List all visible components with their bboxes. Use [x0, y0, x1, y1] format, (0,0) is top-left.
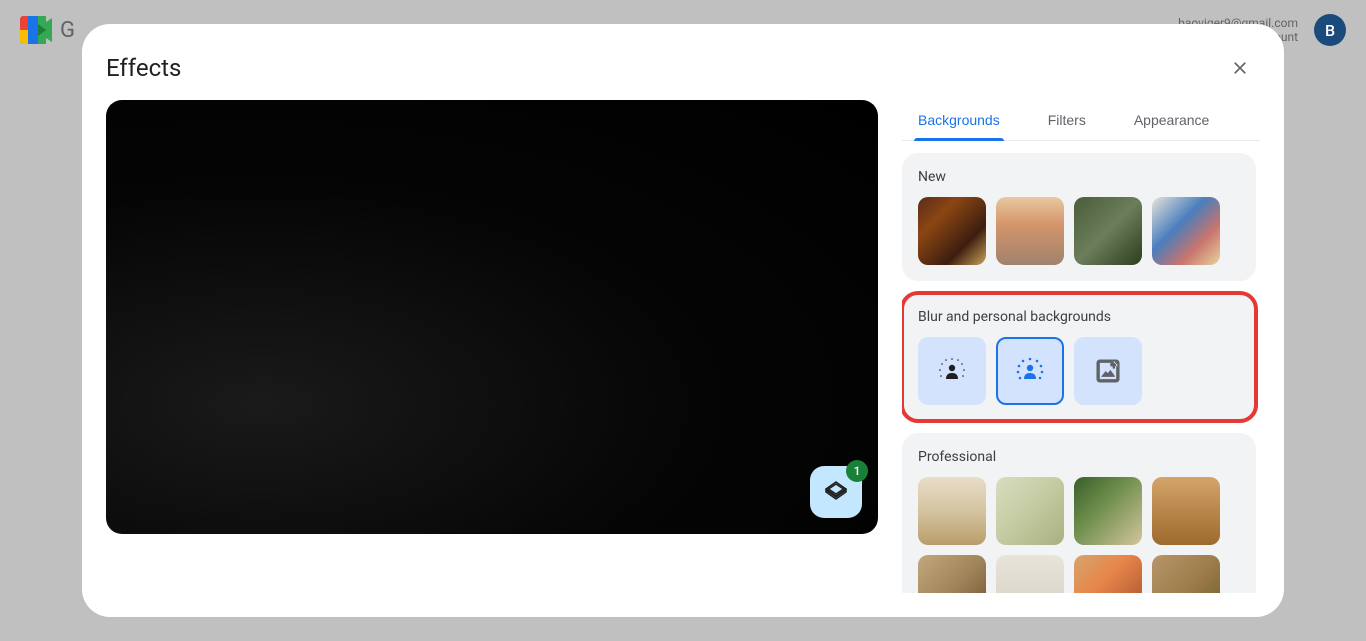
section-new: New [902, 153, 1256, 281]
effects-count-badge: 1 [846, 460, 868, 482]
section-professional: Professional [902, 433, 1256, 593]
app-name-partial: G [60, 18, 75, 43]
modal-header: Effects [106, 48, 1260, 100]
tab-appearance[interactable]: Appearance [1130, 100, 1214, 140]
blur-options [918, 337, 1240, 405]
bg-thumb-living[interactable] [1152, 197, 1220, 265]
upload-image-icon [1094, 357, 1122, 385]
active-effects-button[interactable]: 1 [810, 466, 862, 518]
section-new-title: New [918, 169, 1240, 185]
bg-thumb-shelf[interactable] [918, 477, 986, 545]
modal-body: 1 Backgrounds Filters Appearance New [106, 100, 1260, 593]
bg-thumb-taj[interactable] [996, 197, 1064, 265]
bg-thumb-orange[interactable] [1074, 555, 1142, 593]
close-button[interactable] [1220, 48, 1260, 88]
bg-thumb-wood[interactable] [1152, 477, 1220, 545]
blur-strong-icon [1016, 357, 1044, 385]
tab-filters[interactable]: Filters [1044, 100, 1090, 140]
bg-thumb-cozy[interactable] [918, 555, 986, 593]
bg-thumb-office[interactable] [996, 555, 1064, 593]
video-preview: 1 [106, 100, 878, 534]
avatar[interactable]: B [1314, 14, 1346, 46]
upload-background-button[interactable] [1074, 337, 1142, 405]
modal-title: Effects [106, 54, 181, 82]
blur-light-button[interactable] [918, 337, 986, 405]
section-professional-title: Professional [918, 449, 1240, 465]
bg-thumb-cafe[interactable] [1074, 197, 1142, 265]
meet-logo-icon [20, 16, 52, 44]
bg-thumb-market[interactable] [918, 197, 986, 265]
logo-area: G [20, 16, 75, 44]
effects-tabs: Backgrounds Filters Appearance [902, 100, 1260, 141]
layers-icon [824, 480, 848, 504]
close-icon [1230, 58, 1250, 78]
section-blur: Blur and personal backgrounds [902, 293, 1256, 421]
professional-thumbs [918, 477, 1240, 593]
effects-modal: Effects 1 Backgrounds Filters [82, 24, 1284, 617]
section-blur-title: Blur and personal backgrounds [918, 309, 1240, 325]
blur-light-icon [938, 357, 966, 385]
new-thumbs [918, 197, 1240, 265]
blur-strong-button[interactable] [996, 337, 1064, 405]
bg-thumb-brick[interactable] [1152, 555, 1220, 593]
bg-thumb-minimal[interactable] [996, 477, 1064, 545]
panel-scroll[interactable]: New Blur and personal backgrounds [902, 153, 1260, 593]
bg-thumb-plant[interactable] [1074, 477, 1142, 545]
effects-panel: Backgrounds Filters Appearance New [902, 100, 1260, 593]
tab-backgrounds[interactable]: Backgrounds [914, 100, 1004, 140]
